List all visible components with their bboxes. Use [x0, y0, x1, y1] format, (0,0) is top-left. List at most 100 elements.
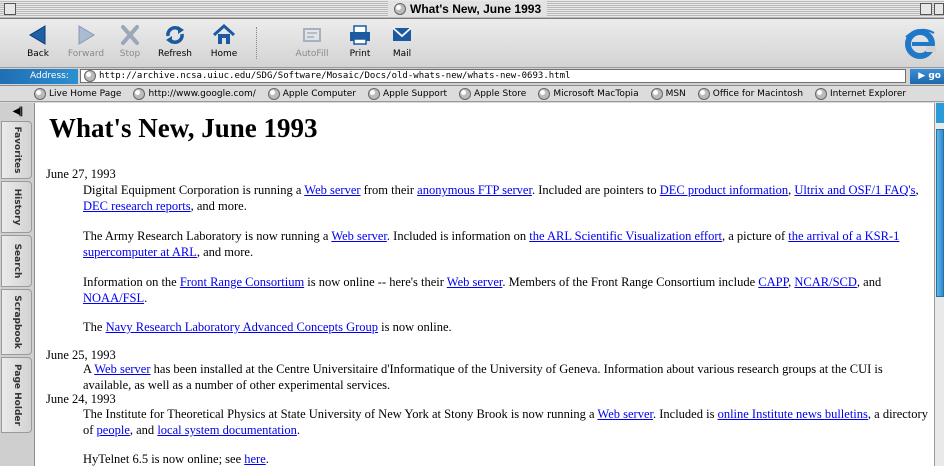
autofill-button[interactable]: AutoFill [288, 23, 336, 59]
sidebar-tab-search[interactable]: Search [1, 235, 32, 287]
title-bar: What's New, June 1993 [0, 0, 944, 19]
favorite-live-home-page[interactable]: Live Home Page [34, 87, 121, 100]
favorite-label: Office for Macintosh [712, 88, 804, 99]
favorite-label: Apple Support [382, 88, 448, 99]
link-arl-scientific-visualization[interactable]: the ARL Scientific Visualization effort [529, 229, 722, 243]
news-text: , [915, 183, 919, 197]
stop-button[interactable]: Stop [106, 23, 154, 59]
link-web-server[interactable]: Web server [94, 362, 150, 376]
news-text: . Included is information on [386, 229, 530, 243]
link-ncar-scd[interactable]: NCAR/SCD [794, 275, 857, 289]
favorite-google[interactable]: http://www.google.com/ [133, 87, 256, 100]
refresh-label: Refresh [158, 49, 192, 59]
collapse-box-icon[interactable] [934, 3, 944, 15]
forward-label: Forward [67, 49, 105, 59]
refresh-button[interactable]: Refresh [151, 23, 199, 59]
link-front-range-consortium[interactable]: Front Range Consortium [180, 275, 304, 289]
toolbar-separator [256, 27, 258, 59]
sidebar-tab-history[interactable]: History [1, 181, 32, 233]
sidebar-tab-page-holder[interactable]: Page Holder [1, 357, 32, 433]
news-text: is now online. [378, 320, 452, 334]
favorite-msn[interactable]: MSN [650, 87, 686, 100]
stop-icon [121, 25, 139, 45]
link-online-institute-news[interactable]: online Institute news bulletins [718, 407, 868, 421]
news-text: . [144, 291, 148, 305]
favorite-globe-icon [459, 87, 472, 100]
favorite-apple-support[interactable]: Apple Support [367, 87, 448, 100]
sidebar-tab-label: Scrapbook [11, 295, 22, 349]
news-text: . Included is [652, 407, 718, 421]
favorite-apple-computer[interactable]: Apple Computer [267, 87, 356, 100]
link-ultrix-osf1-faqs[interactable]: Ultrix and OSF/1 FAQ's [794, 183, 915, 197]
link-local-system-documentation[interactable]: local system documentation [157, 423, 297, 437]
vertical-scrollbar[interactable] [934, 103, 944, 466]
go-button[interactable]: ▶ go [910, 69, 944, 84]
link-web-server[interactable]: Web server [304, 183, 360, 197]
home-icon [212, 23, 236, 44]
news-text: The [83, 320, 106, 334]
window-title: What's New, June 1993 [410, 2, 542, 16]
news-item-hytelnet: HyTelnet 6.5 is now online; see here. [83, 451, 933, 466]
link-here[interactable]: here [244, 452, 266, 466]
news-text: , and [856, 275, 882, 289]
link-web-server[interactable]: Web server [597, 407, 653, 421]
favorite-label: Microsoft MacTopia [553, 88, 639, 99]
favorite-globe-icon [650, 87, 663, 100]
go-label: go [928, 71, 941, 81]
favorite-globe-icon [367, 87, 380, 100]
address-label: Address: [0, 69, 78, 84]
sidebar-tab-label: Favorites [11, 126, 22, 174]
back-arrow-icon [29, 25, 46, 45]
explorer-sidebar: ◀|| Favorites History Search Scrapbook P… [0, 103, 35, 466]
window-title-group: What's New, June 1993 [388, 1, 548, 17]
refresh-icon [166, 26, 184, 44]
sidebar-tab-favorites[interactable]: Favorites [1, 121, 32, 179]
print-label: Print [349, 49, 371, 59]
favorite-internet-explorer[interactable]: Internet Explorer [815, 87, 906, 100]
news-item-dec: Digital Equipment Corporation is running… [83, 182, 933, 214]
scroll-thumb[interactable] [936, 129, 944, 297]
news-text: from their [360, 183, 418, 197]
news-item-front-range: Information on the Front Range Consortiu… [83, 274, 933, 306]
link-people[interactable]: people [97, 423, 130, 437]
link-navy-research-lab[interactable]: Navy Research Laboratory Advanced Concep… [106, 320, 378, 334]
link-web-server[interactable]: Web server [331, 229, 387, 243]
news-text: The Army Research Laboratory is now runn… [83, 229, 332, 243]
link-dec-research-reports[interactable]: DEC research reports [83, 199, 191, 213]
news-text: HyTelnet 6.5 is now online; see [83, 452, 245, 466]
sidebar-collapse-icon[interactable]: ◀|| [0, 105, 34, 119]
favorite-office-for-macintosh[interactable]: Office for Macintosh [697, 87, 804, 100]
link-noaa-fsl[interactable]: NOAA/FSL [83, 291, 144, 305]
link-capp[interactable]: CAPP [758, 275, 788, 289]
sidebar-tab-scrapbook[interactable]: Scrapbook [1, 289, 32, 355]
news-item-stony-brook: The Institute for Theoretical Physics at… [83, 406, 933, 438]
link-dec-product-information[interactable]: DEC product information [660, 183, 788, 197]
favorite-globe-icon [267, 87, 280, 100]
forward-button[interactable]: Forward [62, 23, 110, 59]
zoom-box-icon[interactable] [920, 3, 932, 15]
print-button[interactable]: Print [336, 23, 384, 59]
favorites-bar: Live Home Page http://www.google.com/ Ap… [0, 86, 944, 102]
link-anonymous-ftp-server[interactable]: anonymous FTP server [417, 183, 532, 197]
address-input[interactable]: http://archive.ncsa.uiuc.edu/SDG/Softwar… [80, 69, 906, 83]
news-text: Information on the [83, 275, 180, 289]
home-label: Home [210, 49, 238, 59]
back-button[interactable]: Back [14, 23, 62, 59]
favorite-globe-icon [133, 87, 146, 100]
date-june-24: June 24, 1993 [46, 392, 116, 406]
news-text: is now online -- here's their [304, 275, 447, 289]
favorite-globe-icon [34, 87, 46, 100]
news-text: . Included are pointers to [531, 183, 660, 197]
stop-label: Stop [119, 49, 141, 59]
favorite-apple-store[interactable]: Apple Store [459, 87, 526, 100]
close-box-icon[interactable] [4, 3, 16, 15]
news-text: . [265, 452, 269, 466]
address-bar: Address: http://archive.ncsa.uiuc.edu/SD… [0, 68, 944, 86]
home-button[interactable]: Home [200, 23, 248, 59]
mail-button[interactable]: Mail [378, 23, 426, 59]
url-globe-icon [84, 70, 96, 82]
mail-label: Mail [392, 49, 412, 59]
scroll-up-area[interactable] [936, 103, 944, 123]
favorite-microsoft-mactopia[interactable]: Microsoft MacTopia [538, 87, 639, 100]
link-web-server[interactable]: Web server [447, 275, 503, 289]
